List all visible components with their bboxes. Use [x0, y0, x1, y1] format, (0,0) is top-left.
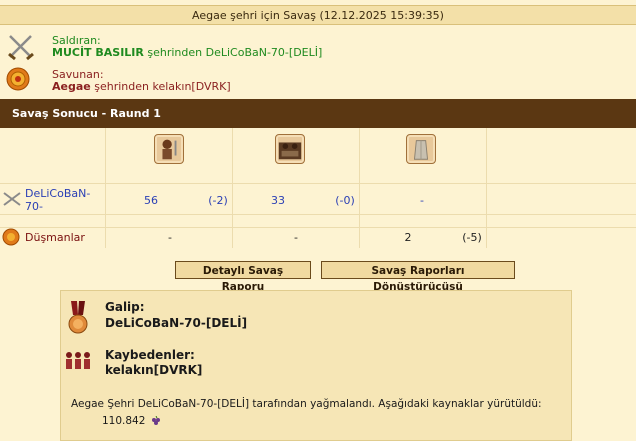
attacker-unit1-loss: (-2) [208, 194, 228, 207]
enemy-unit3-loss: (-5) [462, 231, 482, 244]
defeated-soldiers-icon [66, 352, 90, 369]
attacker-unit2-count: 33 [271, 194, 285, 207]
defender-line: Aegae şehrinden kelakın[DVRK] [52, 80, 231, 93]
loot-amount-value: 110.842 [102, 415, 146, 427]
loser-name[interactable]: kelakın[DVRK] [105, 363, 202, 377]
battle-title: Aegae şehri için Savaş (12.12.2025 15:39… [0, 5, 636, 25]
attacker-unit2-loss: (-0) [335, 194, 355, 207]
medal-icon [68, 301, 88, 334]
crossed-swords-icon [8, 35, 34, 61]
player-swords-icon [3, 192, 21, 206]
enemy-row-name: Düşmanlar [25, 231, 85, 244]
defender-city-name[interactable]: Aegae [52, 80, 91, 93]
attacker-unit3-count: - [420, 194, 424, 207]
defender-owner-text: şehrinden kelakın[DVRK] [94, 80, 231, 93]
enemy-shield-icon [2, 228, 20, 246]
attacker-row-name[interactable]: DeLiCoBaN-70- [25, 187, 100, 213]
attacker-player-name[interactable]: MUCİT BASILIR [52, 46, 144, 59]
archer-unit-icon [275, 134, 305, 164]
wall-icon [406, 134, 436, 164]
winner-label: Galip: [105, 300, 145, 314]
losers-label: Kaybedenler: [105, 348, 195, 362]
attacker-line: MUCİT BASILIR şehrinden DeLiCoBaN-70-[DE… [52, 46, 322, 59]
combatants-info: Saldıran: MUCİT BASILIR şehrinden DeLiCo… [0, 26, 636, 98]
plunder-description: Aegae Şehri DeLiCoBaN-70-[DELİ] tarafınd… [71, 398, 542, 410]
enemy-unit1-count: - [168, 231, 172, 244]
battle-result-table: DeLiCoBaN-70- 56 (-2) 33 (-0) - Düşmanla… [0, 128, 636, 248]
enemy-unit2-count: - [294, 231, 298, 244]
report-converter-button[interactable]: Savaş Raporları Dönüştürücüsü [321, 261, 515, 293]
shield-icon [6, 67, 30, 91]
hoplite-unit-icon [154, 134, 184, 164]
detailed-report-button[interactable]: Detaylı Savaş Raporu [175, 261, 311, 293]
loot-amount: 110.842 [102, 415, 163, 427]
winner-name[interactable]: DeLiCoBaN-70-[DELİ] [105, 316, 247, 330]
enemy-unit3-count: 2 [404, 231, 412, 244]
attacker-city-text: şehrinden DeLiCoBaN-70-[DELİ] [147, 46, 323, 59]
battle-outcome-panel: Galip: DeLiCoBaN-70-[DELİ] Kaybedenler: … [60, 290, 572, 441]
attacker-unit1-count: 56 [144, 194, 158, 207]
grapes-resource-icon [151, 415, 160, 425]
battle-result-header: Savaş Sonucu - Raund 1 [0, 99, 636, 128]
